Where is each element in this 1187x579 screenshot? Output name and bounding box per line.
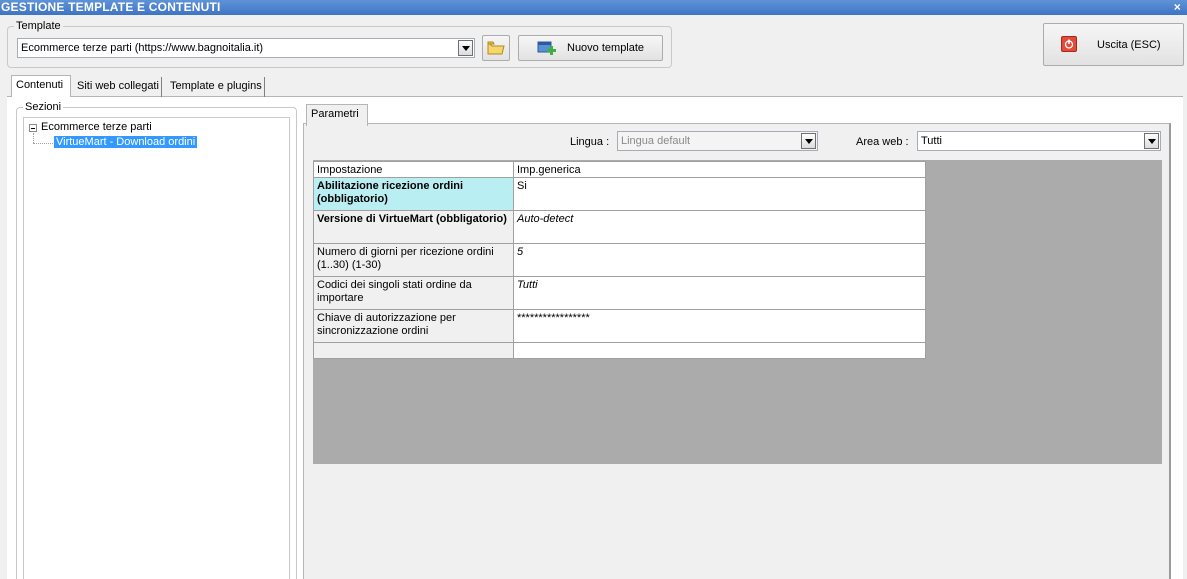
tree-item-virtuemart-download[interactable]: VirtueMart - Download ordini [54,136,198,148]
setting-name[interactable]: Versione di VirtueMart (obbligatorio) [313,210,514,244]
window-title-bar: GESTIONE TEMPLATE E CONTENUTI × [0,0,1187,15]
chevron-down-icon[interactable] [801,133,816,149]
area-web-select[interactable]: Tutti [917,131,1161,151]
tab-contenuti[interactable]: Contenuti [11,75,71,97]
setting-name[interactable]: Numero di giorni per ricezione ordini (1… [313,243,514,277]
setting-value[interactable]: 5 [513,243,926,277]
template-select[interactable]: Ecommerce terze parti (https://www.bagno… [17,38,475,58]
browse-folder-button[interactable] [482,35,510,61]
exit-label: Uscita (ESC) [1097,39,1161,51]
table-row[interactable]: Codici dei singoli stati ordine da impor… [313,276,926,310]
setting-name[interactable]: Chiave di autorizzazione per sincronizza… [313,309,514,343]
setting-value[interactable]: ***************** [513,309,926,343]
collapse-icon[interactable] [29,124,37,132]
window-title: GESTIONE TEMPLATE E CONTENUTI [1,0,221,14]
area-web-select-value: Tutti [921,135,942,147]
new-template-label: Nuovo template [567,42,645,54]
add-template-icon [537,41,556,55]
column-header-impostazione[interactable]: Impostazione [313,161,514,178]
lingua-label: Lingua : [570,136,610,148]
chevron-down-icon[interactable] [1144,133,1159,149]
template-group-legend: Template [16,20,61,32]
settings-grid: Impostazione Imp.generica Abilitazione r… [313,161,926,359]
column-header-imp-generica[interactable]: Imp.generica [513,161,926,178]
tab-siti-web-collegati[interactable]: Siti web collegati [73,77,162,97]
new-template-button[interactable]: Nuovo template [518,35,663,61]
setting-value[interactable]: Si [513,177,926,211]
tree-connector [33,143,53,144]
lingua-select-value: Lingua default [621,135,691,147]
setting-value[interactable]: Auto-detect [513,210,926,244]
table-row[interactable]: Versione di VirtueMart (obbligatorio) Au… [313,210,926,244]
table-row[interactable]: Abilitazione ricezione ordini (obbligato… [313,177,926,211]
setting-name[interactable] [313,342,514,359]
table-row[interactable]: Chiave di autorizzazione per sincronizza… [313,309,926,343]
table-row[interactable] [313,342,926,359]
tab-parametri[interactable]: Parametri [306,104,368,126]
setting-value[interactable]: Tutti [513,276,926,310]
template-select-value: Ecommerce terze parti (https://www.bagno… [21,42,264,54]
sections-group-legend: Sezioni [25,101,62,113]
table-row[interactable]: Numero di giorni per ricezione ordini (1… [313,243,926,277]
folder-icon [487,41,505,55]
sections-tree[interactable]: Ecommerce terze parti VirtueMart - Downl… [23,117,290,579]
power-icon [1061,36,1077,52]
setting-name[interactable]: Codici dei singoli stati ordine da impor… [313,276,514,310]
area-web-label: Area web : [856,136,909,148]
setting-name[interactable]: Abilitazione ricezione ordini (obbligato… [313,177,514,211]
exit-button[interactable]: Uscita (ESC) [1043,23,1184,66]
close-icon[interactable]: × [1174,0,1181,14]
chevron-down-icon[interactable] [458,40,473,56]
tree-item-root[interactable]: Ecommerce terze parti [41,121,152,133]
setting-value[interactable] [513,342,926,359]
tab-template-e-plugins[interactable]: Template e plugins [166,77,265,97]
tree-connector [33,133,34,143]
lingua-select[interactable]: Lingua default [617,131,818,151]
